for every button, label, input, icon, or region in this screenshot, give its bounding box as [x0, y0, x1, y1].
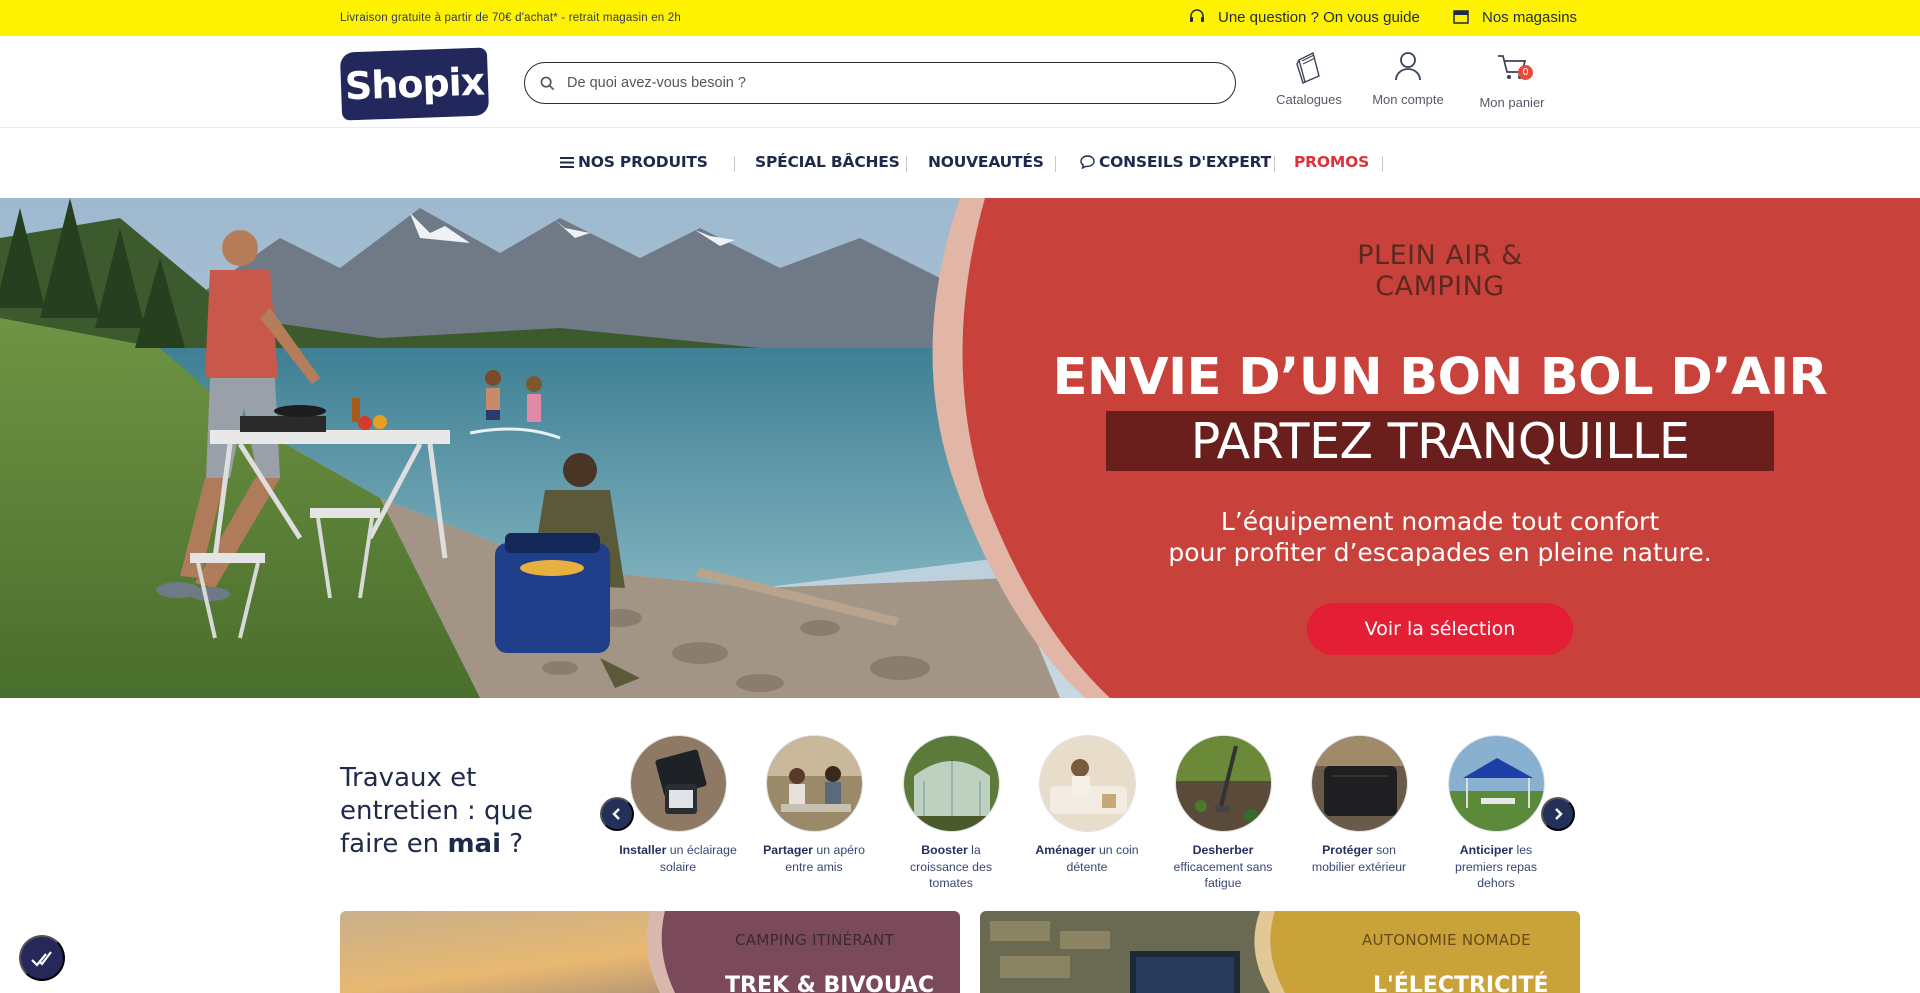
cart-count-badge: 0	[1518, 65, 1533, 80]
tip-label: Aménager un coin détente	[1027, 842, 1147, 875]
tip-label: Protéger son mobilier extérieur	[1299, 842, 1419, 875]
nav-special-label: SPÉCIAL BÂCHES	[755, 153, 900, 171]
promo-card-trek-bivouac[interactable]: CAMPING ITINÉRANT TREK & BIVOUAC	[340, 911, 960, 993]
nav-divider	[1382, 156, 1383, 172]
outdoor-gazebo-illustration	[1448, 736, 1544, 831]
solar-lamp-illustration	[630, 736, 726, 831]
hero-subtitle-band: PARTEZ TRANQUILLE	[1106, 411, 1774, 471]
hero-subtitle: PARTEZ TRANQUILLE	[1190, 412, 1690, 470]
cookie-consent-button[interactable]	[19, 935, 65, 981]
promo-card-nomad-power[interactable]: AUTONOMIE NOMADE L'ÉLECTRICITÉ	[980, 911, 1580, 993]
store-icon	[1453, 10, 1469, 24]
cart-icon-wrapper: 0	[1496, 50, 1533, 95]
hamburger-menu-icon	[560, 156, 574, 168]
tip-item-outdoor-meals[interactable]: Anticiper les premiers repas dehors	[1436, 735, 1556, 892]
stores-link[interactable]: Nos magasins	[1452, 8, 1577, 26]
tip-rest: efficacement sans fatigue	[1173, 859, 1273, 891]
consent-checkmarks-icon	[31, 951, 52, 967]
nav-promos[interactable]: PROMOS	[1294, 153, 1369, 171]
catalogues-link[interactable]: Catalogues	[1272, 50, 1346, 107]
free-delivery-text: Livraison gratuite à partir de 70€ d'ach…	[340, 12, 681, 24]
tip-image	[902, 735, 1000, 832]
tip-image	[1447, 735, 1545, 832]
weeding-illustration	[1175, 736, 1271, 831]
tip-image	[1310, 735, 1408, 832]
tip-item-tomato-greenhouse[interactable]: Booster la croissance des tomates	[891, 735, 1011, 892]
catalogue-book-icon	[1296, 51, 1320, 84]
user-icon	[1395, 52, 1421, 81]
seasonal-heading-text: Travaux et entretien : que faire en	[340, 763, 533, 859]
nav-expert-label: CONSEILS D'EXPERT	[1099, 153, 1271, 171]
furniture-cover-illustration	[1311, 736, 1407, 831]
hero-description: L’équipement nomade tout confort pour pr…	[1090, 506, 1790, 568]
account-link[interactable]: Mon compte	[1370, 50, 1446, 107]
relax-corner-illustration	[1039, 736, 1135, 831]
card-title: TREK & BIVOUAC	[725, 973, 935, 993]
search-bar	[524, 62, 1236, 104]
tip-label: Desherber efficacement sans fatigue	[1163, 842, 1283, 892]
tip-verb: Partager	[763, 843, 813, 857]
seasonal-tips-heading: Travaux et entretien : que faire en mai …	[340, 762, 560, 861]
nav-products[interactable]: NOS PRODUITS	[560, 153, 708, 171]
tip-label: Installer un éclairage solaire	[618, 842, 738, 875]
chat-bubble-icon	[1080, 155, 1095, 169]
nav-expert-advice[interactable]: CONSEILS D'EXPERT	[1080, 153, 1271, 171]
tip-verb: Protéger	[1322, 843, 1373, 857]
tip-rest: un éclairage solaire	[659, 843, 737, 874]
seasonal-heading-end: ?	[509, 829, 524, 859]
shopix-logo[interactable]: Shopix	[339, 47, 490, 121]
greenhouse-illustration	[903, 736, 999, 831]
cart-link[interactable]: 0 Mon panier	[1474, 50, 1550, 110]
catalogues-label: Catalogues	[1276, 92, 1342, 107]
tip-verb: Anticiper	[1459, 843, 1514, 857]
top-announcement-bar: Livraison gratuite à partir de 70€ d'ach…	[0, 0, 1920, 36]
seasonal-heading-month: mai	[447, 829, 501, 859]
tip-item-solar-lighting[interactable]: Installer un éclairage solaire	[618, 735, 738, 875]
headset-icon	[1190, 9, 1204, 22]
tip-verb: Desherber	[1192, 843, 1254, 857]
hero-description-line-1: L’équipement nomade tout confort	[1220, 507, 1660, 536]
tip-label: Partager un apéro entre amis	[754, 842, 874, 875]
search-input[interactable]	[567, 75, 1167, 91]
tip-image	[1038, 735, 1136, 832]
card-title: L'ÉLECTRICITÉ	[1373, 973, 1549, 993]
site-header: Shopix Catalogues Mon compte 0 Mon panie…	[0, 36, 1920, 128]
tip-item-relax-corner[interactable]: Aménager un coin détente	[1027, 735, 1147, 875]
tip-image	[629, 735, 727, 832]
tip-verb: Booster	[921, 843, 968, 857]
card-kicker: AUTONOMIE NOMADE	[1362, 931, 1531, 949]
hero-description-line-2: pour profiter d’escapades en pleine natu…	[1168, 538, 1712, 567]
nav-products-label: NOS PRODUITS	[578, 153, 708, 171]
help-link-label: Une question ? On vous guide	[1218, 8, 1420, 26]
nav-divider	[1274, 156, 1275, 172]
nav-special-tarps[interactable]: SPÉCIAL BÂCHES	[755, 153, 900, 171]
cart-label: Mon panier	[1479, 95, 1545, 110]
see-selection-button[interactable]: Voir la sélection	[1307, 603, 1573, 655]
tip-label: Booster la croissance des tomates	[891, 842, 1011, 892]
hero-kicker: PLEIN AIR & CAMPING	[1357, 240, 1523, 302]
stores-link-label: Nos magasins	[1482, 8, 1578, 26]
logo-text: Shopix	[344, 59, 485, 109]
nav-divider	[734, 156, 735, 172]
help-link[interactable]: Une question ? On vous guide	[1188, 8, 1420, 26]
tip-item-weeding[interactable]: Desherber efficacement sans fatigue	[1163, 735, 1283, 892]
account-label: Mon compte	[1372, 92, 1444, 107]
tip-item-furniture-cover[interactable]: Protéger son mobilier extérieur	[1299, 735, 1419, 875]
nav-divider	[906, 156, 907, 172]
nav-divider	[1055, 156, 1056, 172]
tip-image	[1174, 735, 1272, 832]
main-navigation: NOS PRODUITS SPÉCIAL BÂCHES NOUVEAUTÉS C…	[0, 128, 1920, 198]
card-kicker: CAMPING ITINÉRANT	[735, 931, 895, 949]
nav-new-label: NOUVEAUTÉS	[928, 153, 1044, 171]
tip-verb: Aménager	[1035, 843, 1096, 857]
search-icon[interactable]	[540, 76, 555, 91]
nav-promos-label: PROMOS	[1294, 153, 1370, 171]
hero-banner[interactable]: PLEIN AIR & CAMPING ENVIE D’UN BON BOL D…	[0, 198, 1920, 698]
tip-label: Anticiper les premiers repas dehors	[1436, 842, 1556, 892]
nav-new-products[interactable]: NOUVEAUTÉS	[928, 153, 1044, 171]
tip-item-aperitif[interactable]: Partager un apéro entre amis	[754, 735, 874, 875]
tip-verb: Installer	[619, 843, 667, 857]
friends-aperitif-illustration	[766, 736, 862, 831]
tip-image	[765, 735, 863, 832]
